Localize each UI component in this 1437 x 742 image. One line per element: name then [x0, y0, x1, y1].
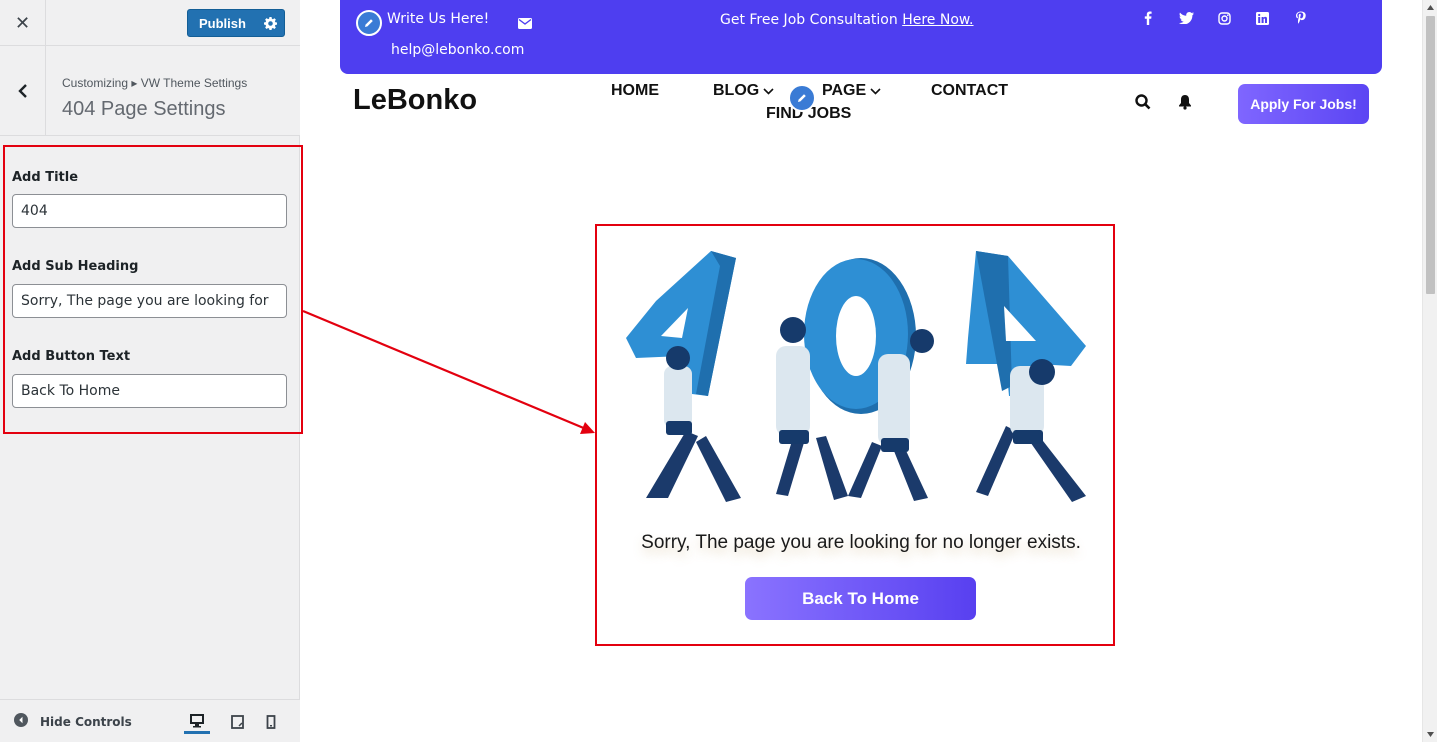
- instagram-icon[interactable]: [1214, 8, 1234, 28]
- contact-email[interactable]: help@lebonko.com: [391, 42, 524, 58]
- facebook-icon[interactable]: [1138, 8, 1158, 28]
- tablet-icon[interactable]: [224, 710, 250, 734]
- add-title-label: Add Title: [12, 170, 79, 185]
- section-title: 404 Page Settings: [62, 98, 226, 120]
- linkedin-icon[interactable]: [1252, 8, 1272, 28]
- customizer-sidebar: ✕ Publish Customizing ▸ VW Theme Setting…: [0, 0, 300, 742]
- chevron-down-icon: [870, 87, 881, 95]
- pinterest-icon[interactable]: [1290, 8, 1310, 28]
- site-logo[interactable]: LeBonko: [353, 84, 477, 117]
- mobile-icon[interactable]: [258, 710, 284, 734]
- hide-controls-button[interactable]: Hide Controls: [14, 712, 132, 731]
- consultation-label: Get Free Job Consultation: [720, 12, 898, 28]
- add-sub-heading-input[interactable]: [12, 284, 287, 318]
- 404-illustration: [616, 246, 1106, 512]
- nav-item-label: CONTACT: [931, 82, 1009, 99]
- apply-for-jobs-button[interactable]: Apply For Jobs!: [1238, 84, 1369, 124]
- consultation-text: Get Free Job Consultation Here Now.: [720, 12, 974, 28]
- scroll-down-icon[interactable]: [1426, 730, 1435, 739]
- scrollbar[interactable]: [1422, 0, 1437, 742]
- customizer-footer: Hide Controls: [0, 699, 300, 742]
- site-preview: Write Us Here! help@lebonko.com Get Free…: [300, 0, 1422, 742]
- back-to-home-button[interactable]: Back To Home: [745, 577, 976, 620]
- bell-icon[interactable]: [1176, 93, 1194, 111]
- twitter-icon[interactable]: [1176, 8, 1196, 28]
- scrollbar-thumb[interactable]: [1426, 16, 1435, 294]
- 404-sub-heading: Sorry, The page you are looking for no l…: [641, 532, 1081, 553]
- nav-item-contact[interactable]: CONTACT: [931, 82, 1008, 100]
- edit-shortcut-icon[interactable]: [788, 84, 816, 112]
- nav-item-label: PAGE: [822, 82, 867, 99]
- hide-controls-label: Hide Controls: [40, 714, 132, 729]
- publish-button[interactable]: Publish: [187, 9, 285, 37]
- nav-item-page[interactable]: PAGE: [822, 82, 881, 100]
- scroll-up-icon[interactable]: [1426, 3, 1435, 12]
- chevron-down-icon: [763, 87, 774, 95]
- add-title-input[interactable]: [12, 194, 287, 228]
- consultation-link[interactable]: Here Now.: [902, 12, 973, 28]
- search-icon[interactable]: [1134, 93, 1152, 111]
- desktop-icon[interactable]: [184, 710, 210, 734]
- write-us-text: Write Us Here!: [387, 11, 490, 27]
- section-header: Customizing ▸ VW Theme Settings 404 Page…: [0, 46, 300, 136]
- nav-item-blog[interactable]: BLOG: [713, 82, 774, 100]
- publish-label: Publish: [199, 15, 246, 31]
- close-icon[interactable]: ✕: [0, 0, 46, 46]
- top-bar: Write Us Here! help@lebonko.com Get Free…: [340, 0, 1382, 74]
- nav-item-home[interactable]: HOME: [611, 82, 659, 100]
- gear-icon[interactable]: [257, 10, 284, 36]
- mail-icon: [518, 14, 532, 33]
- nav-item-label: BLOG: [713, 82, 760, 99]
- collapse-icon: [14, 712, 28, 731]
- add-button-text-input[interactable]: [12, 374, 287, 408]
- customizer-header-bar: ✕ Publish: [0, 0, 300, 46]
- chevron-left-icon[interactable]: [0, 46, 46, 135]
- nav-item-label: HOME: [611, 82, 659, 99]
- add-button-text-label: Add Button Text: [12, 349, 131, 364]
- add-sub-heading-label: Add Sub Heading: [12, 259, 139, 274]
- breadcrumb: Customizing ▸ VW Theme Settings: [62, 76, 248, 90]
- edit-shortcut-icon[interactable]: [356, 10, 382, 36]
